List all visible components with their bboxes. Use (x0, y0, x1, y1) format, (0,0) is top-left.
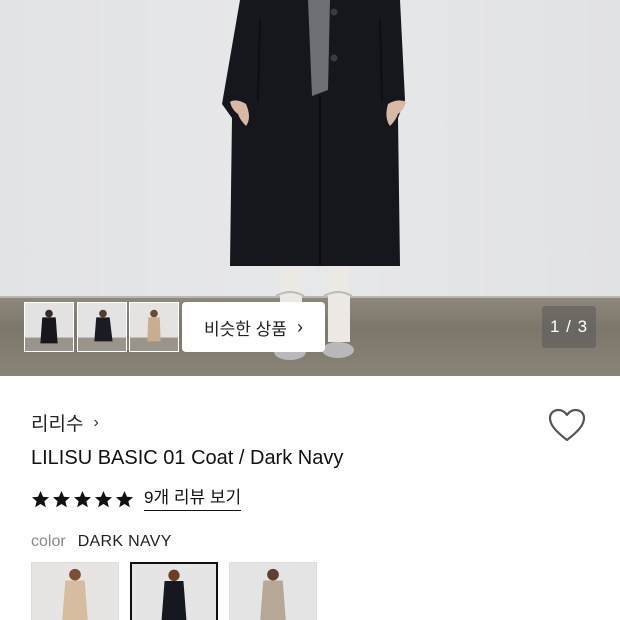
rating-row: 9개 리뷰 보기 (31, 488, 242, 511)
chevron-right-icon: › (296, 316, 303, 337)
star-icon (52, 490, 71, 508)
similar-products-button[interactable]: 비슷한 상품 › (182, 302, 325, 352)
color-swatch-gray-beige[interactable] (229, 562, 317, 620)
star-icon (94, 490, 113, 508)
product-title: LILISU BASIC 01 Coat / Dark Navy (31, 447, 344, 469)
chevron-right-icon: › (93, 413, 99, 431)
color-value: DARK NAVY (77, 533, 172, 550)
rating-stars (31, 490, 134, 509)
brand-link[interactable]: 리리수 › (31, 409, 99, 436)
color-swatch-beige[interactable] (31, 562, 119, 620)
gallery-thumbnail[interactable] (77, 302, 127, 352)
star-icon (31, 490, 50, 508)
gallery-thumbnail[interactable] (24, 302, 74, 352)
star-icon (73, 490, 92, 508)
product-image-gallery[interactable]: 비슷한 상품 › 1 / 3 (0, 0, 620, 376)
star-icon (115, 490, 134, 508)
heart-icon[interactable] (548, 408, 586, 444)
image-counter: 1 / 3 (542, 306, 596, 348)
brand-name: 리리수 (31, 414, 84, 435)
color-label: color (31, 533, 66, 550)
view-reviews-link[interactable]: 9개 리뷰 보기 (144, 488, 242, 511)
color-selector-label: color DARK NAVY (31, 533, 172, 551)
similar-products-label: 비슷한 상품 (204, 319, 287, 339)
gallery-thumbnail[interactable] (129, 302, 179, 352)
color-swatch-dark-navy[interactable] (130, 562, 218, 620)
